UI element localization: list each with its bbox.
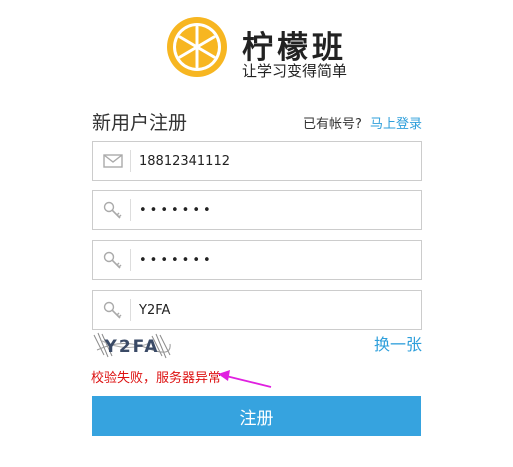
key-icon	[103, 201, 122, 219]
form-header: 新用户注册 已有帐号? 马上登录	[92, 108, 422, 134]
login-prompt-text: 已有帐号?	[302, 117, 362, 132]
brand-header: 柠檬班 让学习变得简单	[166, 16, 366, 86]
captcha-row: Y2FA 换一张	[92, 330, 422, 360]
refresh-captcha-link[interactable]: 换一张	[374, 331, 422, 355]
password-field[interactable]	[92, 190, 422, 230]
key-icon	[103, 301, 122, 319]
login-link[interactable]: 马上登录	[370, 117, 422, 132]
register-button[interactable]: 注册	[92, 396, 421, 436]
error-message: 校验失败，服务器异常	[91, 371, 222, 386]
phone-input[interactable]	[139, 142, 409, 180]
login-prompt: 已有帐号? 马上登录	[303, 113, 422, 132]
lemon-logo-icon	[167, 17, 227, 77]
captcha-image[interactable]: Y2FA	[92, 330, 172, 360]
confirm-password-field[interactable]	[92, 240, 422, 280]
confirm-password-input[interactable]	[139, 241, 409, 279]
phone-field[interactable]	[92, 141, 422, 181]
captcha-field[interactable]	[92, 290, 422, 330]
field-divider	[130, 150, 131, 172]
captcha-text: Y2FA	[104, 337, 160, 357]
form-title: 新用户注册	[92, 112, 188, 134]
field-divider	[130, 299, 131, 321]
key-icon	[103, 251, 122, 269]
password-input[interactable]	[139, 191, 409, 229]
captcha-input[interactable]	[139, 291, 409, 329]
field-divider	[130, 199, 131, 221]
envelope-icon	[103, 154, 123, 168]
field-divider	[130, 249, 131, 271]
brand-slogan: 让学习变得简单	[242, 62, 348, 80]
